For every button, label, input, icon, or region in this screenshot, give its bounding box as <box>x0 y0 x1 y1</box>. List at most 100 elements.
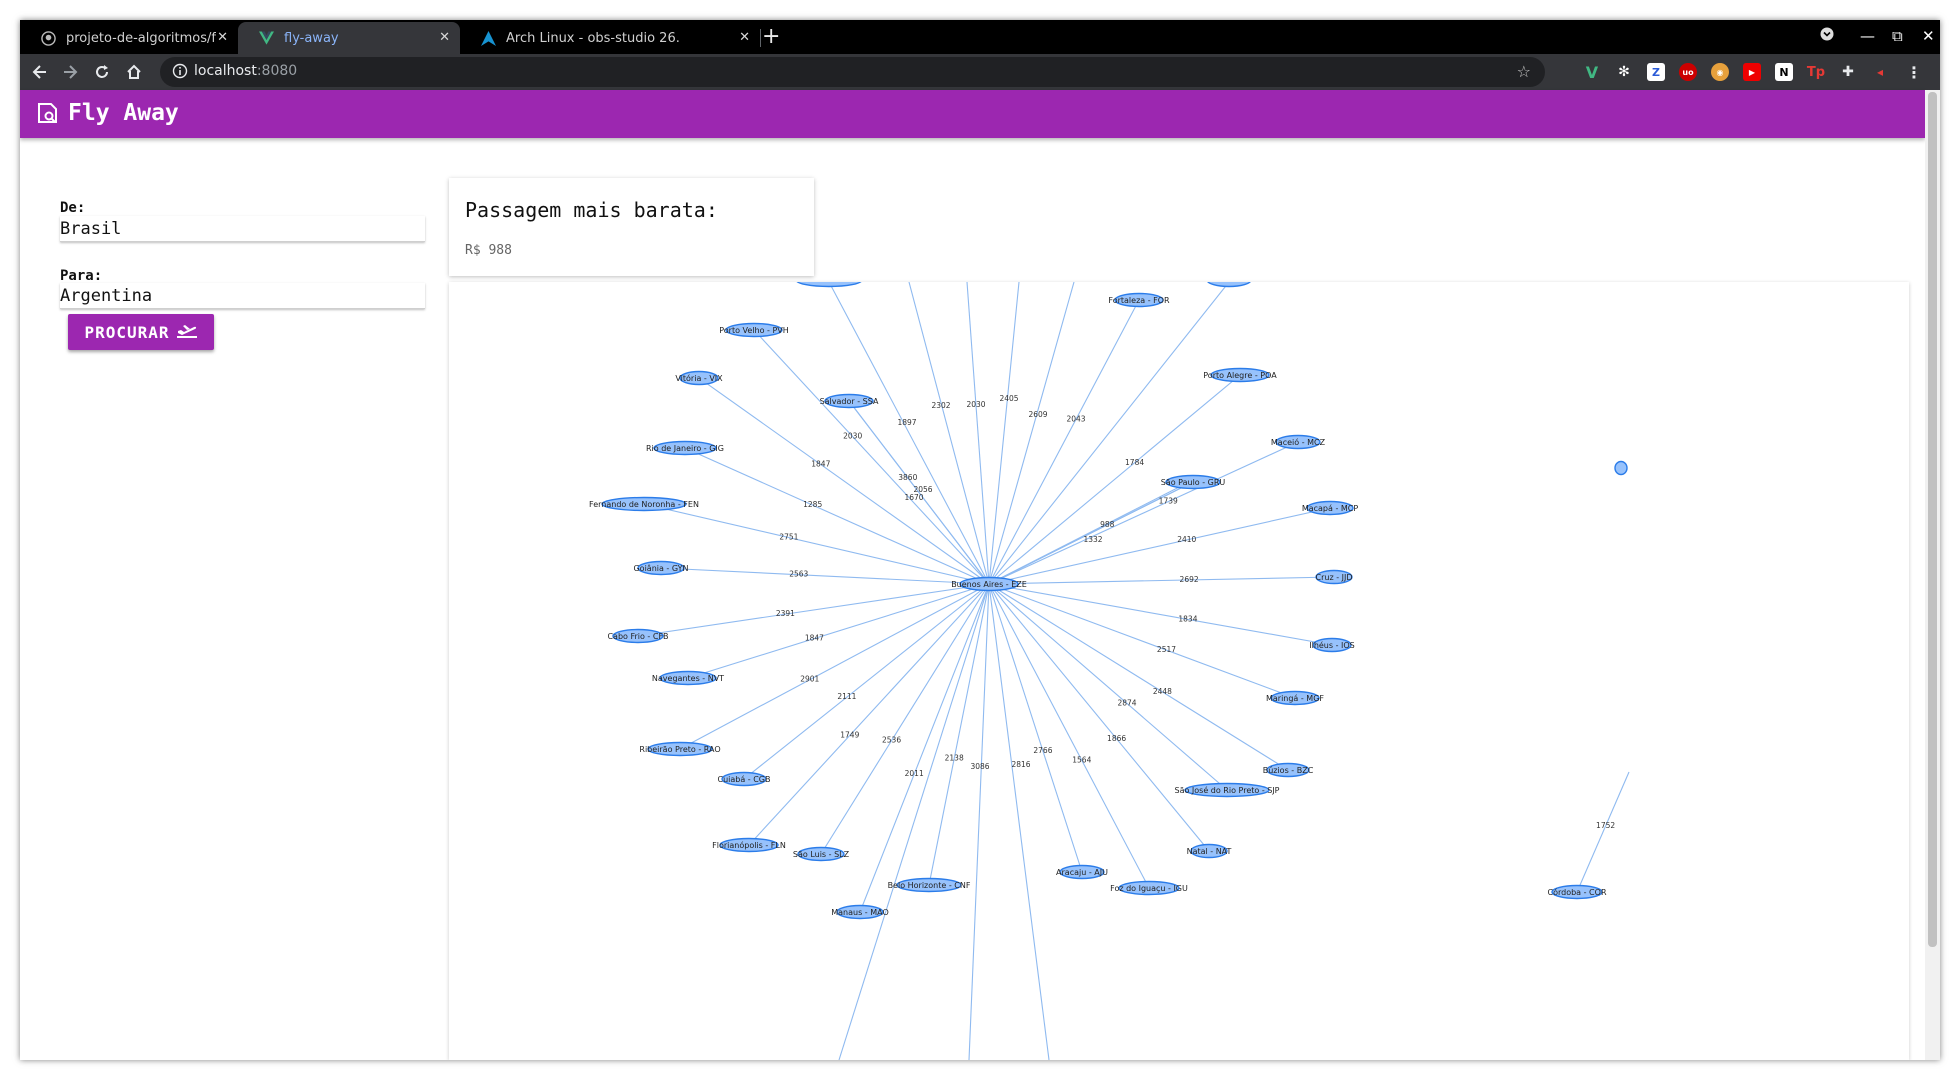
graph-node-label: Fortaleza - FOR <box>1108 296 1170 305</box>
new-tab-button[interactable]: + <box>762 24 780 49</box>
tab-arch[interactable]: Arch Linux - obs-studio 26.1.2 ✕ <box>460 22 760 54</box>
graph-edge <box>660 567 990 585</box>
to-input[interactable] <box>60 283 425 309</box>
edge-weight-label: 1847 <box>811 460 830 469</box>
tp-icon[interactable]: Tp <box>1807 63 1825 81</box>
graph-edge <box>988 583 1333 646</box>
edge-weight-label: 2410 <box>1177 535 1196 544</box>
graph-node-label: São José do Rio Preto - SJP <box>1174 785 1279 795</box>
audio-icon[interactable]: ◂ <box>1871 63 1889 81</box>
graph-edge <box>988 583 1083 873</box>
edge-weight-label: 988 <box>1100 520 1115 529</box>
scrollbar-thumb[interactable] <box>1928 92 1937 947</box>
puzzle-icon[interactable]: ✚ <box>1839 63 1857 81</box>
graph-node-label: Cuiabá - CGB <box>717 775 770 784</box>
edge-weight-label: 2448 <box>1153 687 1172 696</box>
url-text: localhost:8080 <box>194 63 297 79</box>
edge-weight-label: 2030 <box>966 400 985 409</box>
graph-node-label: Porto Velho - PVH <box>719 326 789 335</box>
info-icon[interactable] <box>172 63 188 83</box>
route-graph[interactable]: 2043 2030 1847 3860 1285 2751 2563 1784 1739 988 2… <box>449 282 1909 1060</box>
graph-node-label: Córdoba - COR <box>1548 887 1607 897</box>
ublock-icon[interactable]: uo <box>1679 63 1697 81</box>
tab-separator <box>760 29 761 47</box>
tab-github[interactable]: projeto-de-algoritmos/final_f ✕ <box>20 22 238 54</box>
edge-weight-label: 2874 <box>1117 698 1136 707</box>
graph-node-label: Vitória - VIX <box>675 373 723 383</box>
forward-button[interactable] <box>58 60 82 84</box>
url-port: :8080 <box>256 63 298 79</box>
graph-edge <box>988 282 1020 585</box>
extension-icon[interactable]: ◉ <box>1711 63 1729 81</box>
minimize-icon[interactable]: — <box>1860 27 1875 45</box>
arch-icon <box>480 30 496 46</box>
edge-weight-label: 2609 <box>1028 410 1047 419</box>
page-scrollbar[interactable] <box>1925 90 1940 1060</box>
edge-weight-label: 1847 <box>805 634 824 643</box>
graph-node-partial[interactable] <box>1614 460 1628 476</box>
youtube-icon[interactable]: ▶ <box>1743 63 1761 81</box>
close-icon[interactable]: ✕ <box>439 30 450 45</box>
reload-button[interactable] <box>90 60 114 84</box>
tab-label: Arch Linux - obs-studio 26.1.2 <box>506 30 681 46</box>
edge-weight-label: 2766 <box>1033 746 1052 755</box>
from-input[interactable] <box>60 216 425 242</box>
edge-weight-label: 2405 <box>999 394 1018 403</box>
graph-edge <box>637 583 990 637</box>
page: Fly Away De: Para: PROCURAR Passagem mai… <box>20 90 1940 1060</box>
edge-weight-label: 2391 <box>776 609 795 618</box>
graph-node-label: São Paulo - GRU <box>1161 478 1226 487</box>
edge-weight-label: 2302 <box>931 401 950 410</box>
graph-node-label: Manaus - MAO <box>831 908 889 917</box>
tab-fly-away[interactable]: fly-away ✕ <box>238 22 460 54</box>
graph-edge <box>988 583 1210 852</box>
address-bar[interactable]: localhost:8080 ☆ <box>160 57 1545 87</box>
graph-edge <box>988 576 1335 585</box>
find-in-page-icon <box>36 102 60 128</box>
graph-edge <box>908 282 990 585</box>
graph-node-label: Florianópolis - FLN <box>712 840 786 850</box>
graph-edge <box>988 583 1289 771</box>
tab-label: projeto-de-algoritmos/final_f <box>66 30 216 46</box>
graph-node-label: Navegantes - NVT <box>652 674 724 683</box>
close-icon[interactable]: ✕ <box>217 30 228 45</box>
chevron-down-icon[interactable] <box>1820 27 1834 45</box>
graph-edge <box>988 299 1140 585</box>
graph-node-label: Cabo Frio - CFB <box>607 632 668 641</box>
edge-weight-label: 2138 <box>945 754 964 763</box>
graph-node-label: Ribeirão Preto - RAO <box>639 745 720 754</box>
graph-node-partial[interactable] <box>1207 282 1251 288</box>
edge-weight-label: 2011 <box>905 769 924 778</box>
graph-edge <box>1576 771 1630 893</box>
maximize-icon[interactable]: ⧉ <box>1892 27 1903 45</box>
menu-icon[interactable]: ⋮ <box>1905 63 1923 82</box>
from-label: De: <box>60 200 86 216</box>
edge-weight-label: 3860 <box>898 473 917 482</box>
back-button[interactable] <box>28 60 52 84</box>
graph-edge <box>820 583 990 855</box>
close-window-icon[interactable]: ✕ <box>1922 27 1935 45</box>
graph-node-partial[interactable] <box>796 282 862 288</box>
graph-edge <box>968 583 990 1060</box>
graph-node-label: Aracaju - AJU <box>1056 868 1108 877</box>
edge-weight-label: 2816 <box>1011 760 1030 769</box>
home-button[interactable] <box>122 60 146 84</box>
zotero-icon[interactable]: Z <box>1647 63 1665 81</box>
search-button-label: PROCURAR <box>84 322 170 342</box>
edge-weight-label: 1784 <box>1125 458 1144 467</box>
edge-weight-label: 1564 <box>1072 755 1091 764</box>
network-graph[interactable]: 2043 2030 1847 3860 1285 2751 2563 1784 1739 988 2… <box>449 282 1909 1060</box>
graph-edge <box>966 282 990 585</box>
close-icon[interactable]: ✕ <box>739 30 750 45</box>
react-devtools-icon[interactable]: ✻ <box>1615 63 1633 81</box>
vue-devtools-icon[interactable]: V <box>1583 63 1601 82</box>
notion-icon[interactable]: N <box>1775 63 1793 81</box>
github-icon <box>40 30 56 46</box>
search-button[interactable]: PROCURAR <box>68 314 214 350</box>
graph-edge <box>859 583 990 913</box>
edge-weight-label: 2111 <box>837 692 856 701</box>
graph-node-label: Goiânia - GYN <box>633 564 688 573</box>
app-title: Fly Away <box>68 100 179 126</box>
graph-edge <box>928 583 990 886</box>
bookmark-star-icon[interactable]: ☆ <box>1517 62 1531 81</box>
